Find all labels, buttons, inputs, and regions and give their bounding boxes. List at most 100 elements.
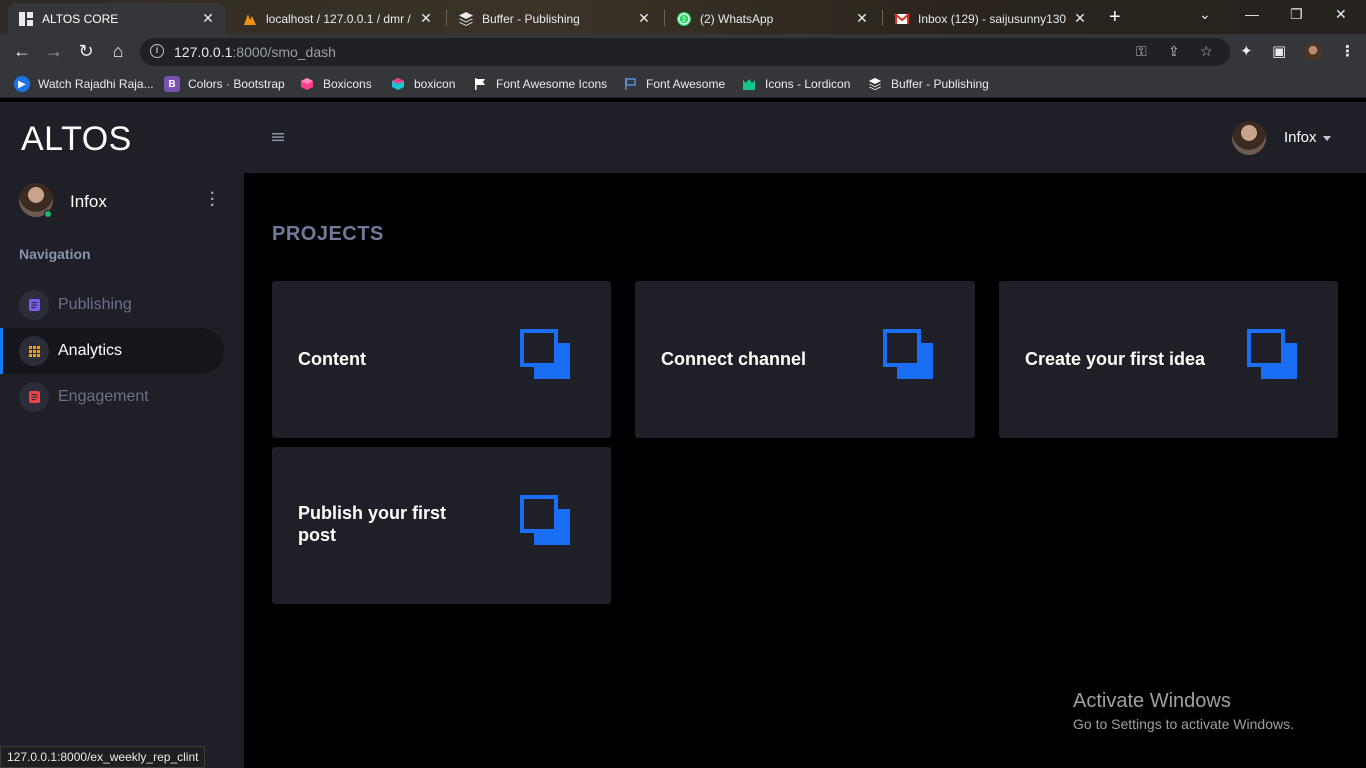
bookmark-label: Icons - Lordicon	[765, 77, 851, 91]
bookmark-label: boxicon	[414, 77, 456, 91]
grid-icon	[19, 336, 49, 366]
tab-whatsapp[interactable]: 2 (2) WhatsApp ✕	[666, 3, 880, 34]
tab-phpmyadmin[interactable]: localhost / 127.0.0.1 / dmr / c ✕	[232, 3, 444, 34]
project-card-connect-channel[interactable]: Connect channel	[635, 281, 975, 438]
bookmark-item[interactable]: Icons - Lordicon	[741, 76, 850, 92]
tab-separator	[664, 10, 665, 26]
sidebar-item-engagement[interactable]: Engagement	[0, 374, 224, 420]
sidebar-item-label: Analytics	[58, 342, 123, 359]
close-icon[interactable]: ✕	[1072, 10, 1088, 27]
key-icon[interactable]: ⚿	[1136, 43, 1147, 60]
new-tab-button[interactable]: +	[1109, 6, 1121, 29]
sidebar-item-label: Engagement	[58, 388, 149, 405]
bookmark-item[interactable]: Font Awesome Icons	[472, 76, 607, 92]
back-icon[interactable]: ←	[11, 41, 33, 62]
share-icon[interactable]: ⇪	[1168, 43, 1180, 60]
user-menu-label: Infox	[1284, 129, 1317, 146]
close-window-button[interactable]: ✕	[1335, 6, 1347, 23]
tab-title: (2) WhatsApp	[700, 11, 774, 26]
bookmark-item[interactable]: Boxicons	[299, 76, 372, 92]
tab-title: localhost / 127.0.0.1 / dmr / c	[266, 11, 412, 26]
bookmark-item[interactable]: ▶ Watch Rajadhi Raja...	[14, 76, 154, 92]
document-icon	[19, 290, 49, 320]
svg-text:2: 2	[682, 15, 686, 23]
bookmark-item[interactable]: B Colors · Bootstrap	[164, 76, 285, 92]
project-card-create-idea[interactable]: Create your first idea	[999, 281, 1338, 438]
sidebar-user-name: Infox	[70, 192, 107, 211]
browser-toolbar: ← → ↻ ⌂ i 127.0.0.1:8000/smo_dash ⚿ ⇪ ☆ …	[0, 34, 1366, 70]
browser-tab-bar: ALTOS CORE ✕ localhost / 127.0.0.1 / dmr…	[0, 0, 1366, 34]
close-icon[interactable]: ✕	[636, 10, 652, 27]
app-grid-icon	[18, 11, 34, 27]
caret-down-icon	[1322, 135, 1331, 141]
bookmark-label: Font Awesome	[646, 77, 726, 91]
forward-icon[interactable]: →	[43, 41, 65, 62]
bookmark-label: Boxicons	[323, 77, 372, 91]
bookmark-label: Colors · Bootstrap	[188, 77, 285, 91]
bookmark-item[interactable]: boxicon	[390, 76, 455, 92]
tab-title: Inbox (129) - saijusunny1301	[918, 11, 1066, 26]
bookmark-item[interactable]: Font Awesome	[622, 76, 725, 92]
copy-squares-icon	[520, 495, 570, 545]
link-status-bar: 127.0.0.1:8000/ex_weekly_rep_clint	[0, 746, 206, 768]
hamburger-menu-icon[interactable]	[272, 129, 284, 145]
more-options-icon[interactable]: · · ·	[210, 186, 215, 214]
tab-separator	[446, 10, 447, 26]
tab-buffer[interactable]: Buffer - Publishing ✕	[448, 3, 662, 34]
avatar[interactable]	[1232, 121, 1266, 155]
top-header: Infox	[244, 102, 1366, 173]
user-menu-dropdown[interactable]: Infox	[1284, 129, 1331, 146]
flag-icon	[622, 76, 638, 92]
menu-icon[interactable]: ⋮	[1340, 42, 1355, 60]
tab-gmail[interactable]: Inbox (129) - saijusunny1301 ✕	[884, 3, 1098, 34]
activate-windows-watermark: Activate Windows Go to Settings to activ…	[1073, 690, 1294, 732]
copy-squares-icon	[1247, 329, 1297, 379]
document-icon	[19, 382, 49, 412]
sidebar: ALTOS Infox · · · Navigation Publishing An…	[0, 102, 244, 768]
star-icon[interactable]: ☆	[1200, 43, 1213, 60]
buffer-icon	[867, 76, 883, 92]
tab-search-icon[interactable]: ⌄	[1199, 6, 1211, 23]
home-icon[interactable]: ⌂	[107, 41, 129, 62]
lordicon-icon	[741, 76, 757, 92]
tab-altos-core[interactable]: ALTOS CORE ✕	[8, 3, 226, 34]
tab-title: Buffer - Publishing	[482, 11, 580, 26]
main-content: PROJECTS Content Connect channel Create …	[244, 173, 1366, 768]
card-label: Content	[298, 349, 366, 369]
bookmark-label: Font Awesome Icons	[496, 77, 608, 91]
sidebar-user: Infox · · ·	[19, 183, 229, 219]
profile-avatar[interactable]	[1304, 43, 1322, 61]
online-status-dot	[44, 210, 52, 218]
copy-squares-icon	[520, 329, 570, 379]
close-icon[interactable]: ✕	[854, 10, 870, 27]
boxicons-icon	[299, 76, 315, 92]
bookmarks-bar: ▶ Watch Rajadhi Raja... B Colors · Boots…	[0, 70, 1366, 98]
copy-squares-icon	[883, 329, 933, 379]
url-text[interactable]: 127.0.0.1:8000/smo_dash	[174, 44, 336, 60]
restore-button[interactable]: ❐	[1290, 6, 1303, 23]
address-bar[interactable]: i 127.0.0.1:8000/smo_dash ⚿ ⇪ ☆	[140, 38, 1230, 66]
play-icon: ▶	[14, 76, 30, 92]
close-icon[interactable]: ✕	[418, 10, 434, 27]
minimize-button[interactable]: —	[1245, 6, 1259, 22]
bookmark-label: Buffer - Publishing	[891, 77, 989, 91]
card-label: Publish your first post	[298, 503, 447, 545]
flag-icon	[472, 76, 488, 92]
phpmyadmin-icon	[242, 11, 258, 27]
tab-title: ALTOS CORE	[42, 11, 119, 26]
sidebar-item-publishing[interactable]: Publishing	[0, 282, 224, 328]
reload-icon[interactable]: ↻	[75, 41, 97, 62]
sidebar-item-analytics[interactable]: Analytics	[0, 328, 224, 374]
brand-logo[interactable]: ALTOS	[21, 120, 132, 159]
close-icon[interactable]: ✕	[200, 10, 216, 27]
extensions-icon[interactable]: ✦	[1240, 42, 1253, 60]
info-icon[interactable]: i	[150, 44, 164, 58]
whatsapp-icon: 2	[676, 11, 692, 27]
activate-subtitle: Go to Settings to activate Windows.	[1073, 716, 1294, 732]
project-card-publish-post[interactable]: Publish your first post	[272, 447, 611, 604]
page-title: PROJECTS	[272, 223, 384, 245]
boxicons-icon	[390, 76, 406, 92]
side-panel-icon[interactable]: ▣	[1272, 42, 1286, 60]
project-card-content[interactable]: Content	[272, 281, 611, 438]
bookmark-item[interactable]: Buffer - Publishing	[867, 76, 989, 92]
